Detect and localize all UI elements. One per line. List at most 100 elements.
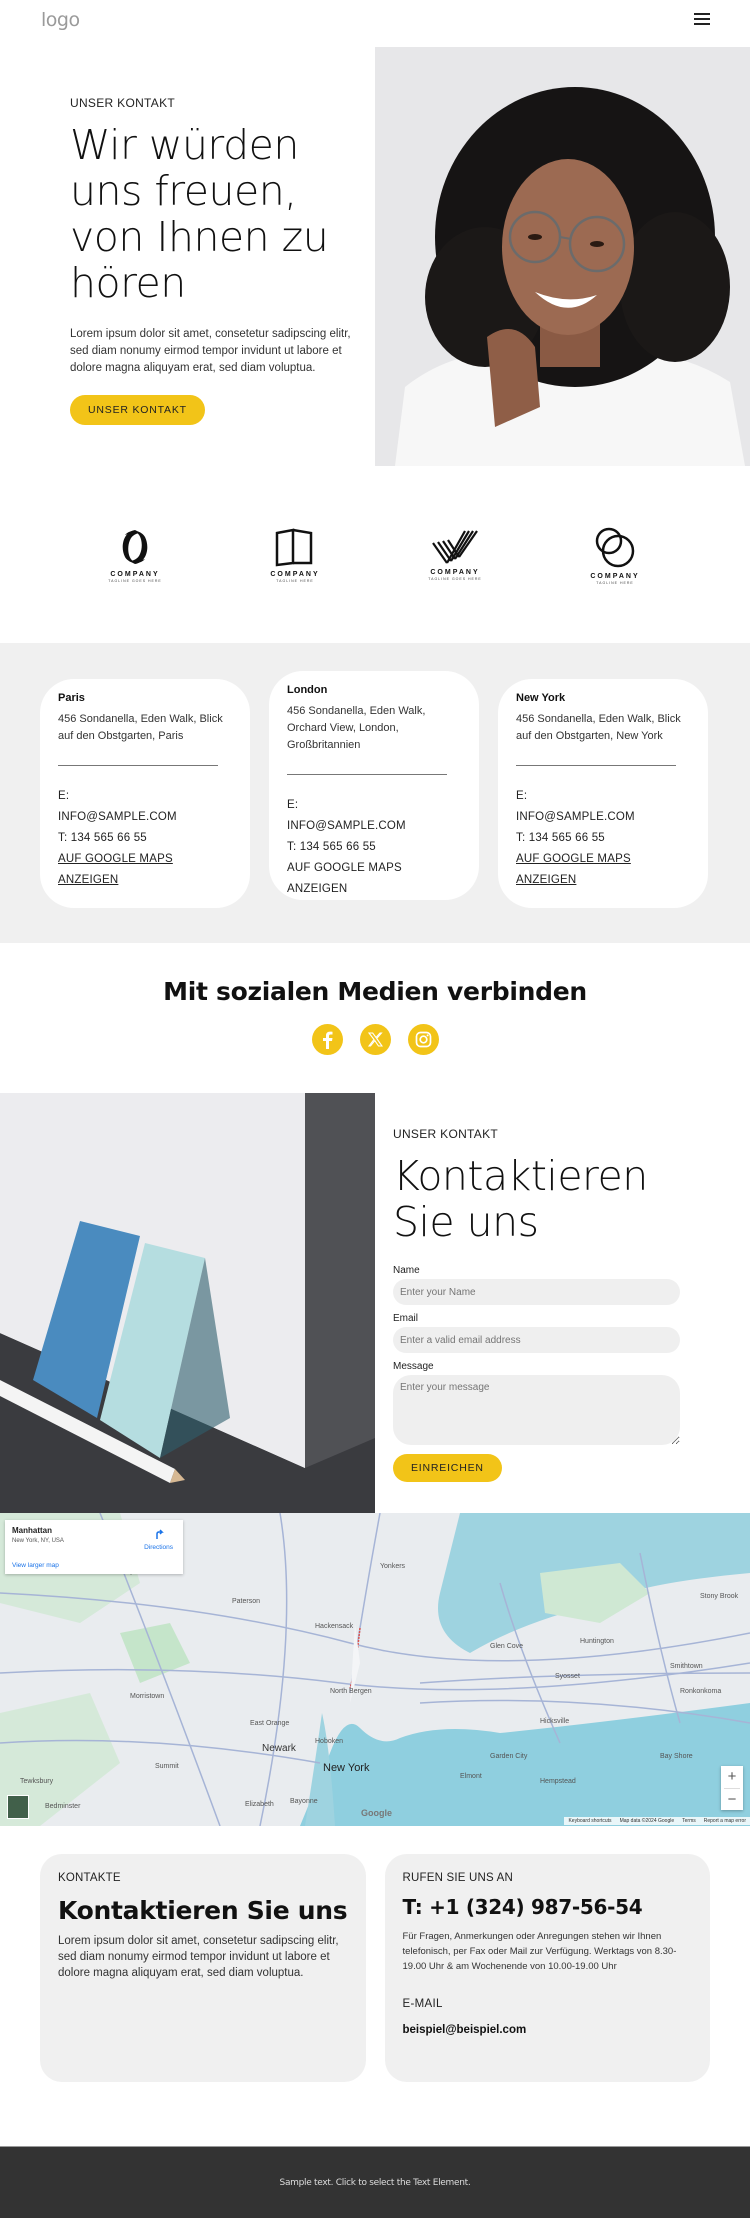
facebook-icon[interactable]	[311, 1024, 343, 1055]
name-label: Name	[393, 1265, 420, 1276]
message-textarea[interactable]	[393, 1375, 680, 1445]
contacts-card: KONTAKTE Kontaktieren Sie uns Lorem ipsu…	[40, 1854, 366, 2082]
business-cards-image	[0, 1093, 375, 1513]
contact-form-section: UNSER KONTAKT Kontaktieren Sie uns Name …	[0, 1093, 750, 1513]
google-maps-link[interactable]: AUF GOOGLE MAPS ANZEIGEN	[58, 849, 232, 891]
social-icons	[0, 1024, 750, 1055]
hero-section: UNSER KONTAKT Wir würden uns freuen, von…	[0, 46, 750, 466]
instagram-icon[interactable]	[407, 1024, 439, 1055]
email-input[interactable]	[393, 1327, 680, 1353]
brand-tagline: TAGLINE GOES HERE	[428, 576, 482, 581]
keyboard-shortcuts-link[interactable]: Keyboard shortcuts	[568, 1818, 611, 1824]
contact-form: Name Email Message EINREICHEN	[393, 1265, 680, 1482]
card-title: Kontaktieren Sie uns	[58, 1896, 348, 1925]
google-maps-link[interactable]: AUF GOOGLE MAPS ANZEIGEN	[516, 849, 690, 891]
office-phone[interactable]: T: 134 565 66 55	[287, 837, 461, 858]
office-locations: Paris 456 Sondanella, Eden Walk, Blick a…	[0, 643, 750, 943]
google-maps-link[interactable]: AUF GOOGLE MAPS ANZEIGEN	[287, 858, 461, 900]
hamburger-menu-icon[interactable]	[694, 13, 710, 29]
brand-logo-2: COMPANY TAGLINE HERE	[255, 527, 335, 583]
site-header: logo	[0, 0, 750, 46]
svg-text:Hempstead: Hempstead	[540, 1778, 576, 1785]
svg-text:Ronkonkoma: Ronkonkoma	[680, 1688, 721, 1695]
svg-text:Hackensack: Hackensack	[315, 1623, 354, 1630]
divider	[58, 765, 218, 766]
hero-contact-button[interactable]: UNSER KONTAKT	[70, 395, 205, 425]
email-heading: E-MAIL	[402, 1998, 443, 2010]
phone-number[interactable]: T: +1 (324) 987-56-54	[403, 1895, 693, 1919]
brand-name: COMPANY	[270, 570, 320, 578]
office-email-label: E:	[516, 790, 528, 802]
terms-link[interactable]: Terms	[682, 1818, 696, 1824]
brand-logo-1: COMPANY TAGLINE GOES HERE	[95, 527, 175, 583]
report-map-error-link[interactable]: Report a map error	[704, 1818, 746, 1824]
office-email[interactable]: INFO@SAMPLE.COM	[516, 807, 690, 828]
social-section: Mit sozialen Medien verbinden	[0, 943, 750, 1093]
office-card-london: London 456 Sondanella, Eden Walk, Orchar…	[269, 671, 479, 900]
site-logo[interactable]: logo	[41, 9, 80, 31]
brand-logo-3: COMPANY TAGLINE GOES HERE	[415, 529, 495, 581]
svg-text:Tewksbury: Tewksbury	[20, 1778, 54, 1785]
contact-photo	[0, 1093, 375, 1513]
site-footer: Sample text. Click to select the Text El…	[0, 2146, 750, 2218]
open-book-logo-icon	[275, 527, 313, 566]
svg-text:Morristown: Morristown	[130, 1693, 164, 1700]
office-address: 456 Sondanella, Eden Walk, Blick auf den…	[516, 713, 681, 742]
svg-text:Garden City: Garden City	[490, 1753, 528, 1760]
brand-logos: COMPANY TAGLINE GOES HERE COMPANY TAGLIN…	[0, 466, 750, 643]
svg-text:East Orange: East Orange	[250, 1720, 289, 1727]
office-address: 456 Sondanella, Eden Walk, Orchard View,…	[287, 705, 426, 751]
directions-button[interactable]: Directions	[144, 1526, 173, 1551]
office-email[interactable]: INFO@SAMPLE.COM	[58, 807, 232, 828]
svg-text:Hoboken: Hoboken	[315, 1738, 343, 1745]
brand-tagline: TAGLINE HERE	[276, 578, 314, 583]
office-phone[interactable]: T: 134 565 66 55	[516, 828, 690, 849]
office-email[interactable]: INFO@SAMPLE.COM	[287, 816, 461, 837]
divider	[287, 774, 447, 775]
card-eyebrow: RUFEN SIE UNS AN	[402, 1872, 514, 1884]
svg-text:Bayonne: Bayonne	[290, 1798, 318, 1805]
name-input[interactable]	[393, 1279, 680, 1305]
social-title: Mit sozialen Medien verbinden	[163, 977, 587, 1006]
google-logo: Google	[361, 1808, 392, 1818]
x-twitter-icon[interactable]	[359, 1024, 391, 1055]
google-map[interactable]: Yonkers Newark New York Paterson Hackens…	[0, 1513, 750, 1826]
svg-text:New York: New York	[323, 1762, 370, 1774]
office-address: 456 Sondanella, Eden Walk, Blick auf den…	[58, 713, 223, 742]
svg-text:Glen Cove: Glen Cove	[490, 1643, 523, 1650]
hours-text: Für Fragen, Anmerkungen oder Anregungen …	[402, 1931, 677, 1972]
submit-button[interactable]: EINREICHEN	[393, 1454, 502, 1482]
svg-text:Bay Shore: Bay Shore	[660, 1753, 693, 1760]
card-text: Lorem ipsum dolor sit amet, consetetur s…	[58, 1935, 339, 1979]
svg-text:Summit: Summit	[155, 1763, 179, 1770]
office-card-new-york: New York 456 Sondanella, Eden Walk, Blic…	[498, 679, 708, 908]
brand-name: COMPANY	[590, 572, 640, 580]
zoom-out-button[interactable]: −	[721, 1789, 743, 1811]
email-address[interactable]: beispiel@beispiel.com	[403, 2024, 693, 2036]
svg-text:Yonkers: Yonkers	[380, 1563, 406, 1570]
view-larger-map-link[interactable]: View larger map	[12, 1562, 59, 1569]
hero-photo	[375, 47, 750, 466]
svg-text:Hicksville: Hicksville	[540, 1718, 569, 1725]
map-zoom-controls: + −	[721, 1766, 743, 1810]
office-phone[interactable]: T: 134 565 66 55	[58, 828, 232, 849]
satellite-toggle[interactable]	[7, 1795, 29, 1819]
office-city: New York	[516, 692, 566, 704]
directions-label: Directions	[144, 1544, 173, 1551]
svg-text:Bedminster: Bedminster	[45, 1803, 81, 1810]
striped-v-logo-icon	[432, 529, 478, 564]
zoom-in-button[interactable]: +	[721, 1766, 743, 1788]
svg-text:Stony Brook: Stony Brook	[700, 1593, 739, 1600]
rounded-o-logo-icon	[122, 529, 148, 564]
office-card-paris: Paris 456 Sondanella, Eden Walk, Blick a…	[40, 679, 250, 908]
office-city: London	[287, 684, 328, 696]
card-eyebrow: KONTAKTE	[58, 1872, 121, 1884]
hero-eyebrow: UNSER KONTAKT	[70, 96, 176, 110]
contact-eyebrow: UNSER KONTAKT	[393, 1127, 499, 1141]
svg-text:Huntington: Huntington	[580, 1638, 614, 1645]
brand-tagline: TAGLINE GOES HERE	[108, 578, 162, 583]
footer-text[interactable]: Sample text. Click to select the Text El…	[280, 2178, 471, 2188]
hero-content: UNSER KONTAKT Wir würden uns freuen, von…	[70, 96, 370, 425]
interlocking-circles-logo-icon	[595, 527, 635, 567]
svg-text:Elizabeth: Elizabeth	[245, 1801, 274, 1808]
